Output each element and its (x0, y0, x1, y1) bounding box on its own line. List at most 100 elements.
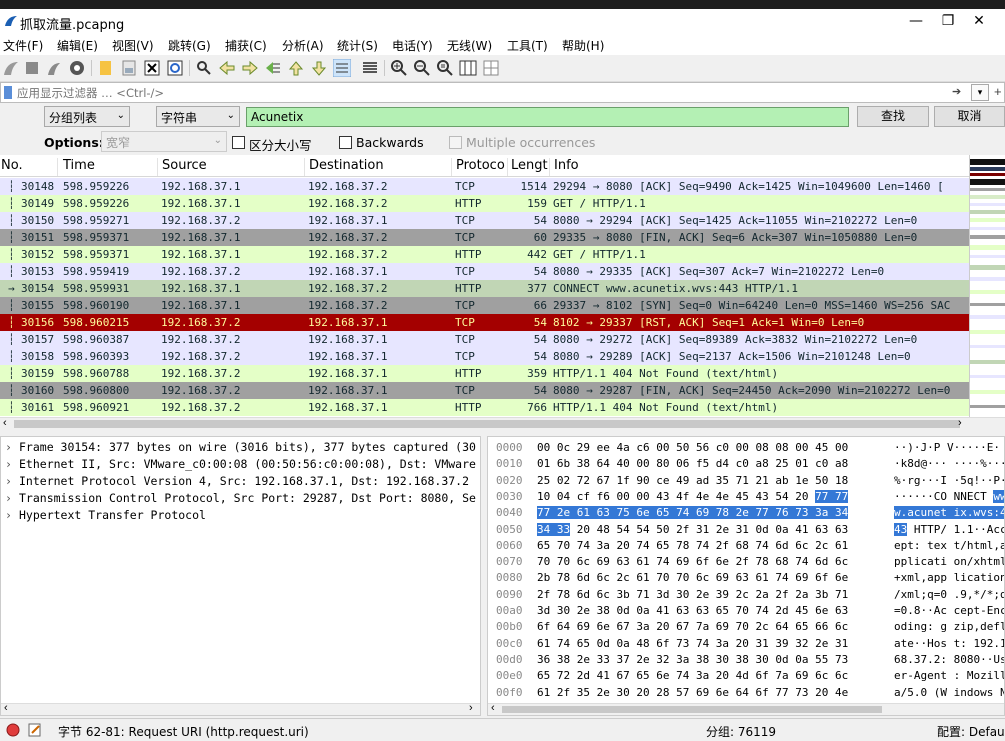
details-horizontal-scrollbar[interactable]: ‹ › (1, 702, 480, 715)
packet-row[interactable]: ┆ 30153 598.959419 192.168.37.2 192.168.37.1… (0, 263, 969, 280)
backwards-checkbox[interactable] (339, 136, 352, 149)
related-packet-marker: ┆ (8, 350, 15, 363)
tree-item-tcp[interactable]: › Transmission Control Protocol, Src Port… (5, 491, 476, 505)
menu-analyze[interactable]: 分析(A) (282, 37, 324, 54)
add-filter-button[interactable]: + (994, 84, 1002, 99)
zoom-out-icon[interactable] (413, 59, 431, 77)
scroll-right-icon[interactable]: › (958, 417, 962, 429)
column-header-length[interactable]: Lengt (508, 158, 550, 176)
packet-row[interactable]: ┆ 30149 598.959226 192.168.37.1 192.168.37.2… (0, 195, 969, 212)
scroll-left-icon[interactable]: ‹ (3, 417, 7, 429)
cell-time: 598.960190 (63, 299, 130, 312)
menu-edit[interactable]: 编辑(E) (57, 37, 98, 54)
scroll-thumb[interactable] (502, 706, 882, 713)
apply-filter-arrow-icon[interactable]: ➔ (952, 85, 961, 98)
packet-minimap[interactable] (969, 155, 1005, 417)
packet-row[interactable]: ┆ 30158 598.960393 192.168.37.2 192.168.37.1… (0, 348, 969, 365)
scroll-thumb[interactable] (14, 420, 960, 428)
cell-time: 598.959419 (63, 265, 130, 278)
packet-row[interactable]: ┆ 30155 598.960190 192.168.37.1 192.168.37.2… (0, 297, 969, 314)
packet-row[interactable]: ┆ 30152 598.959371 192.168.37.1 192.168.37.2… (0, 246, 969, 263)
go-back-icon[interactable] (218, 59, 236, 77)
column-header-no[interactable]: No. (0, 158, 58, 176)
last-packet-icon[interactable] (310, 59, 328, 77)
first-packet-icon[interactable] (287, 59, 305, 77)
expand-arrow-icon[interactable]: › (5, 508, 19, 522)
menu-statistics[interactable]: 统计(S) (337, 37, 378, 54)
menu-help[interactable]: 帮助(H) (562, 37, 604, 54)
expand-subtrees-icon[interactable] (482, 59, 500, 77)
cancel-button[interactable]: 取消 (934, 106, 1005, 127)
zoom-in-icon[interactable] (390, 59, 408, 77)
packet-row[interactable]: ┆ 30160 598.960800 192.168.37.2 192.168.37.1… (0, 382, 969, 399)
column-header-protocol[interactable]: Protoco (452, 158, 508, 176)
column-header-destination[interactable]: Destination (305, 158, 452, 176)
auto-scroll-icon[interactable] (333, 59, 351, 77)
bytes-horizontal-scrollbar[interactable]: ‹ (488, 702, 1004, 715)
backwards-label: Backwards (356, 135, 424, 150)
expand-arrow-icon[interactable]: › (5, 457, 19, 471)
expand-arrow-icon[interactable]: › (5, 491, 19, 505)
go-forward-icon[interactable] (241, 59, 259, 77)
restart-capture-icon[interactable] (45, 59, 63, 77)
column-header-time[interactable]: Time (58, 158, 158, 176)
start-capture-icon[interactable] (2, 59, 20, 77)
resize-columns-icon[interactable] (459, 59, 477, 77)
close-file-icon[interactable] (143, 59, 161, 77)
maximize-button[interactable]: ❐ (938, 12, 958, 30)
scroll-left-icon[interactable]: ‹ (4, 702, 8, 714)
edit-comment-icon[interactable] (28, 723, 42, 737)
packet-row[interactable]: ┆ 30157 598.960387 192.168.37.2 192.168.37.1… (0, 331, 969, 348)
find-packet-icon[interactable] (195, 59, 213, 77)
menu-view[interactable]: 视图(V) (112, 37, 154, 54)
zoom-normal-icon[interactable] (436, 59, 454, 77)
packet-row[interactable]: ┆ 30148 598.959226 192.168.37.1 192.168.37.2… (0, 178, 969, 195)
packet-row[interactable]: ┆ 30161 598.960921 192.168.37.2 192.168.37.1… (0, 399, 969, 416)
menu-wireless[interactable]: 无线(W) (447, 37, 492, 54)
packet-row[interactable]: ┆ 30159 598.960788 192.168.37.2 192.168.37.1… (0, 365, 969, 382)
menu-telephony[interactable]: 电话(Y) (392, 37, 433, 54)
packet-list-horizontal-scrollbar[interactable]: ‹ › (0, 417, 1005, 430)
menu-capture[interactable]: 捕获(C) (225, 37, 267, 54)
ascii-highlight: w.acunet ix.wvs:4 (894, 506, 1005, 520)
search-type-value: 字符串 (161, 111, 198, 125)
menu-go[interactable]: 跳转(G) (168, 37, 211, 54)
stop-capture-icon[interactable] (23, 59, 41, 77)
expand-arrow-icon[interactable]: › (5, 440, 19, 454)
profile-text[interactable]: 配置: Default (937, 723, 1005, 740)
minimize-button[interactable]: — (906, 12, 926, 30)
scroll-right-icon[interactable]: › (469, 702, 473, 714)
colorize-icon[interactable] (361, 59, 379, 77)
packet-row[interactable]: → 30154 598.959931 192.168.37.1 192.168.37.2… (0, 280, 969, 297)
expand-arrow-icon[interactable]: › (5, 474, 19, 488)
tree-item-http[interactable]: › Hypertext Transfer Protocol (5, 508, 206, 522)
menu-tools[interactable]: 工具(T) (507, 37, 548, 54)
expert-info-icon[interactable] (6, 723, 20, 737)
filter-history-dropdown[interactable]: ▾ (971, 84, 989, 101)
column-header-source[interactable]: Source (158, 158, 305, 176)
save-file-icon[interactable] (120, 59, 138, 77)
reload-file-icon[interactable] (166, 59, 184, 77)
packet-row[interactable]: ┆ 30151 598.959371 192.168.37.1 192.168.37.2… (0, 229, 969, 246)
packet-row[interactable]: ┆ 30150 598.959271 192.168.37.2 192.168.37.1… (0, 212, 969, 229)
scroll-left-icon[interactable]: ‹ (491, 702, 495, 714)
tree-item-ethernet[interactable]: › Ethernet II, Src: VMware_c0:00:08 (00:5… (5, 457, 476, 471)
tree-item-ipv4[interactable]: › Internet Protocol Version 4, Src: 192.1… (5, 474, 469, 488)
case-sensitive-checkbox[interactable] (232, 136, 245, 149)
search-type-select[interactable]: 字符串 ⌄ (156, 106, 240, 127)
search-scope-select[interactable]: 分组列表 ⌄ (44, 106, 130, 127)
capture-options-icon[interactable] (68, 59, 86, 77)
close-button[interactable]: ✕ (969, 12, 989, 30)
open-file-icon[interactable] (97, 59, 115, 77)
related-packet-marker: ┆ (8, 180, 15, 193)
tree-item-frame[interactable]: › Frame 30154: 377 bytes on wire (3016 bi… (5, 440, 476, 454)
column-header-info[interactable]: Info (550, 158, 969, 176)
find-string-input[interactable] (246, 107, 849, 127)
find-button[interactable]: 查找 (857, 106, 929, 127)
menu-file[interactable]: 文件(F) (3, 37, 43, 54)
cell-no: 30157 (21, 333, 55, 346)
display-filter-input[interactable] (17, 84, 937, 101)
go-to-packet-icon[interactable] (264, 59, 282, 77)
bookmark-icon[interactable] (4, 86, 12, 99)
packet-row[interactable]: ┆ 30156 598.960215 192.168.37.2 192.168.37.1… (0, 314, 969, 331)
